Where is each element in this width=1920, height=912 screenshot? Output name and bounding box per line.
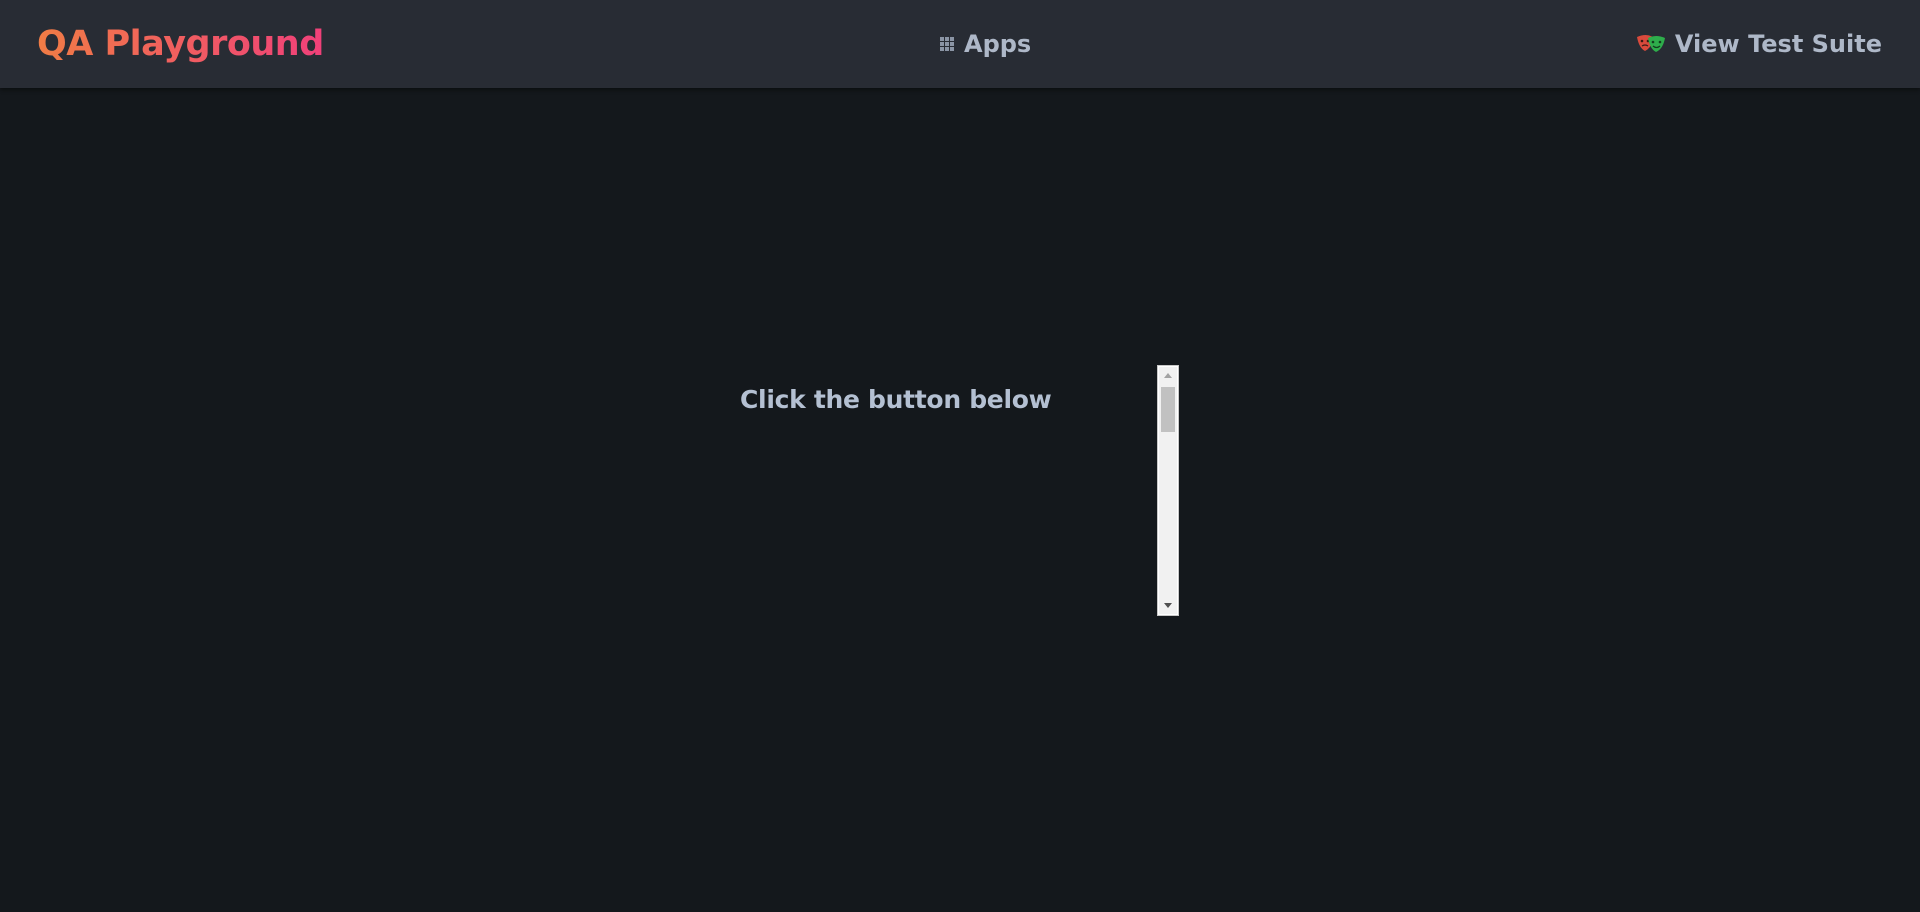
scroll-up-arrow-icon — [1164, 373, 1172, 378]
scroll-thumb[interactable] — [1161, 387, 1175, 432]
brand-logo-link[interactable]: QA Playground — [37, 0, 324, 88]
top-navbar: QA Playground Apps View Test Suite — [0, 0, 1920, 88]
theater-masks-icon — [1636, 35, 1665, 52]
grid-icon — [940, 37, 954, 51]
view-test-suite-link[interactable]: View Test Suite — [1635, 0, 1882, 88]
page-heading: Click the button below — [740, 385, 1052, 414]
iframe-scrollbar[interactable] — [1159, 367, 1177, 614]
apps-link[interactable]: Apps — [940, 0, 1031, 88]
scroll-down-button[interactable] — [1159, 597, 1177, 614]
view-test-suite-label: View Test Suite — [1674, 30, 1882, 58]
scroll-down-arrow-icon — [1164, 603, 1172, 608]
embedded-iframe[interactable] — [1157, 365, 1179, 616]
apps-link-label: Apps — [964, 30, 1032, 58]
scroll-up-button[interactable] — [1159, 367, 1177, 384]
